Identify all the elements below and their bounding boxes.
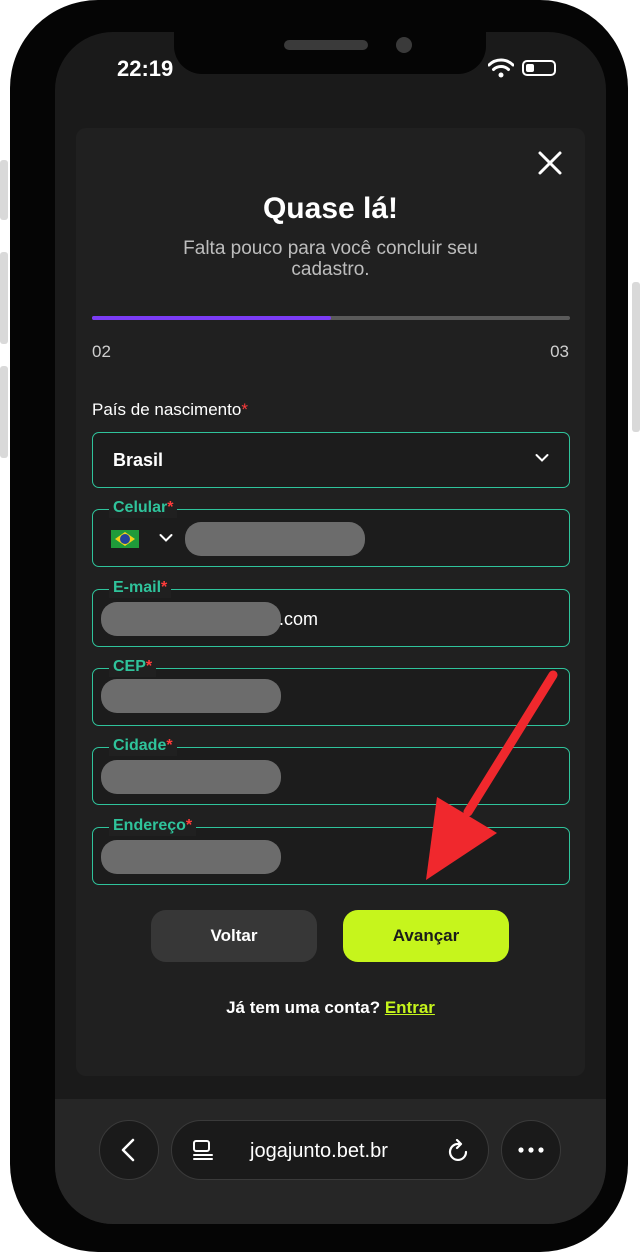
close-icon[interactable] bbox=[537, 150, 563, 176]
address-bar[interactable]: jogajunto.bet.br bbox=[171, 1120, 489, 1180]
email-field[interactable]: E-mail* .com bbox=[92, 578, 570, 647]
step-current: 02 bbox=[92, 342, 111, 361]
city-field[interactable]: Cidade* bbox=[92, 736, 570, 805]
front-camera bbox=[396, 37, 412, 53]
next-button[interactable]: Avançar bbox=[343, 910, 509, 962]
required-mark: * bbox=[241, 400, 248, 419]
reload-icon[interactable] bbox=[448, 1139, 470, 1163]
address-label-text: Endereço bbox=[113, 817, 186, 834]
volume-down-button bbox=[0, 366, 8, 458]
redacted-email-value bbox=[101, 602, 281, 636]
country-label-text: País de nascimento bbox=[92, 400, 242, 419]
country-label: País de nascimento* bbox=[92, 400, 248, 420]
redacted-phone-value bbox=[185, 522, 365, 556]
status-icons bbox=[488, 58, 556, 78]
redacted-cep-value bbox=[101, 679, 281, 713]
progress-bar bbox=[92, 316, 570, 320]
required-mark: * bbox=[145, 658, 153, 675]
phone-frame: 22:19 Quase lá! Falta pouco para você co… bbox=[10, 0, 628, 1252]
chevron-down-icon bbox=[535, 454, 549, 462]
phone-screen: 22:19 Quase lá! Falta pouco para você co… bbox=[55, 32, 606, 1224]
more-options-button[interactable] bbox=[501, 1120, 561, 1180]
cep-label: CEP* bbox=[109, 657, 157, 677]
modal-subtitle: Falta pouco para você concluir seu cadas… bbox=[183, 238, 478, 280]
volume-up-button bbox=[0, 252, 8, 344]
back-button[interactable]: Voltar bbox=[151, 910, 317, 962]
browser-back-button[interactable] bbox=[99, 1120, 159, 1180]
email-suffix: .com bbox=[279, 609, 319, 629]
more-icon bbox=[518, 1147, 544, 1153]
step-total: 03 bbox=[550, 342, 569, 361]
status-time: 22:19 bbox=[117, 56, 174, 81]
notch bbox=[174, 32, 486, 74]
country-select[interactable]: Brasil bbox=[92, 432, 570, 488]
signup-modal: Quase lá! Falta pouco para você concluir… bbox=[76, 128, 585, 1076]
cep-label-text: CEP bbox=[113, 658, 146, 675]
silent-switch bbox=[0, 160, 8, 220]
modal-title: Quase lá! bbox=[262, 192, 399, 225]
address-field[interactable]: Endereço* bbox=[92, 816, 570, 885]
required-mark: * bbox=[167, 499, 174, 516]
login-prompt: Já tem uma conta? Entrar bbox=[76, 998, 585, 1018]
chevron-left-icon bbox=[121, 1138, 135, 1162]
email-label-text: E-mail bbox=[113, 579, 162, 596]
page-menu-icon[interactable] bbox=[192, 1139, 214, 1161]
wifi-icon bbox=[488, 58, 514, 78]
redacted-address-value bbox=[101, 840, 281, 874]
phone-field[interactable]: Celular* bbox=[92, 498, 570, 567]
chevron-down-icon[interactable] bbox=[159, 533, 173, 543]
progress-fill bbox=[92, 316, 331, 320]
country-select-value: Brasil bbox=[113, 450, 164, 470]
redacted-city-value bbox=[101, 760, 281, 794]
url-text: jogajunto.bet.br bbox=[250, 1140, 388, 1162]
battery-icon bbox=[522, 60, 556, 76]
required-mark: * bbox=[166, 737, 173, 754]
speaker bbox=[284, 40, 368, 50]
brazil-flag-icon[interactable] bbox=[111, 530, 139, 548]
phone-label: Celular* bbox=[109, 498, 178, 518]
city-label: Cidade* bbox=[109, 736, 177, 756]
required-mark: * bbox=[161, 579, 168, 596]
address-label: Endereço* bbox=[109, 816, 197, 836]
login-link[interactable]: Entrar bbox=[385, 998, 435, 1017]
cep-field[interactable]: CEP* bbox=[92, 657, 570, 726]
city-label-text: Cidade bbox=[113, 737, 167, 754]
login-prompt-text: Já tem uma conta? bbox=[226, 998, 381, 1017]
power-button bbox=[632, 282, 640, 432]
email-label: E-mail* bbox=[109, 578, 172, 598]
phone-label-text: Celular bbox=[113, 499, 168, 516]
required-mark: * bbox=[185, 817, 193, 834]
